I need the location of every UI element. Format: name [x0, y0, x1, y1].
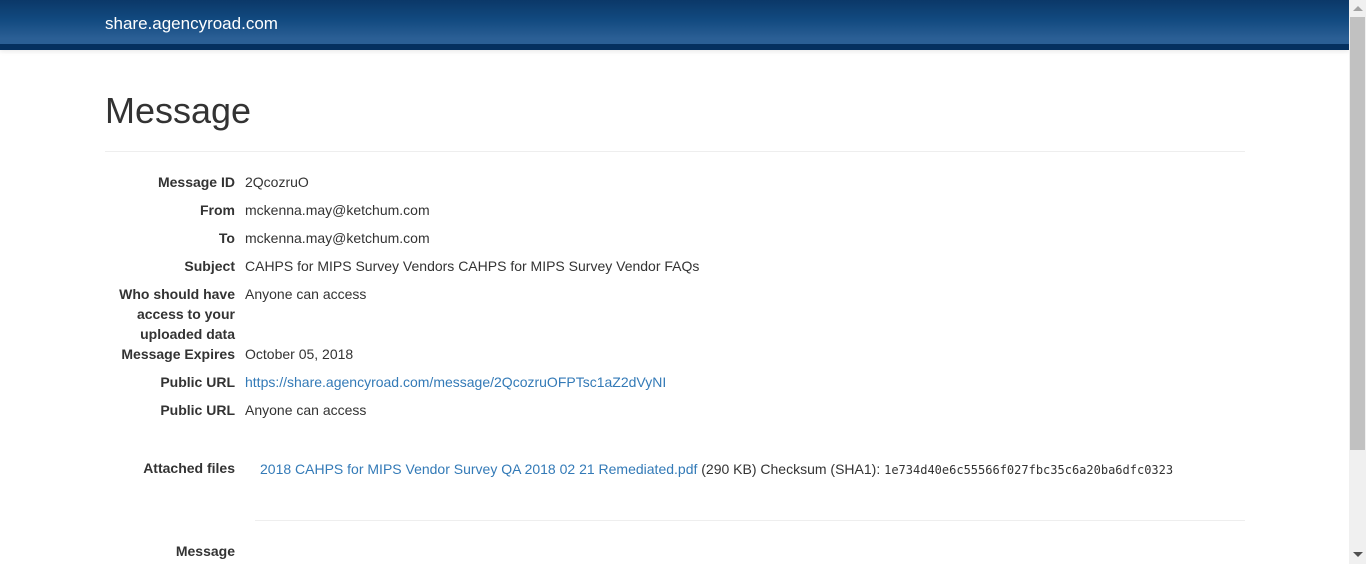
- brand-link[interactable]: share.agencyroad.com: [105, 14, 278, 34]
- public-url-access-value: Anyone can access: [245, 402, 367, 418]
- checksum-value: 1e734d40e6c55566f027fbc35c6a20ba6dfc0323: [884, 463, 1174, 477]
- message-id-value: 2QcozruO: [245, 174, 309, 190]
- label-expires: Message Expires: [121, 346, 235, 362]
- label-public-url-2: Public URL: [160, 402, 235, 418]
- label-access: Who should have access to your uploaded …: [119, 286, 235, 342]
- file-size: (290 KB): [701, 461, 757, 477]
- to-value: mckenna.may@ketchum.com: [245, 230, 430, 246]
- scroll-up-icon[interactable]: [1353, 6, 1363, 11]
- vertical-scrollbar[interactable]: [1349, 0, 1366, 564]
- page-title: Message: [105, 90, 1245, 152]
- public-url-link[interactable]: https://share.agencyroad.com/message/2Qc…: [245, 374, 666, 390]
- scrollbar-thumb[interactable]: [1350, 17, 1365, 450]
- label-to: To: [218, 230, 235, 246]
- scroll-down-icon[interactable]: [1353, 552, 1363, 557]
- attached-file-item: 2018 CAHPS for MIPS Vendor Survey QA 201…: [245, 458, 1245, 520]
- label-subject: Subject: [184, 258, 235, 274]
- checksum-label: Checksum (SHA1):: [760, 461, 881, 477]
- navbar: share.agencyroad.com: [0, 0, 1349, 50]
- subject-value: CAHPS for MIPS Survey Vendors CAHPS for …: [245, 258, 700, 274]
- label-from: From: [200, 202, 235, 218]
- message-details: Message Message ID 2QcozruO From mckenna.m…: [105, 50, 1245, 561]
- label-message: Message: [175, 543, 235, 559]
- attached-file-link[interactable]: 2018 CAHPS for MIPS Vendor Survey QA 201…: [260, 461, 697, 477]
- label-attached-files: Attached files: [143, 460, 235, 476]
- label-message-id: Message ID: [157, 174, 235, 190]
- from-value: mckenna.may@ketchum.com: [245, 202, 430, 218]
- expires-value: October 05, 2018: [245, 346, 354, 362]
- label-public-url: Public URL: [160, 374, 235, 390]
- access-value: Anyone can access: [245, 286, 367, 302]
